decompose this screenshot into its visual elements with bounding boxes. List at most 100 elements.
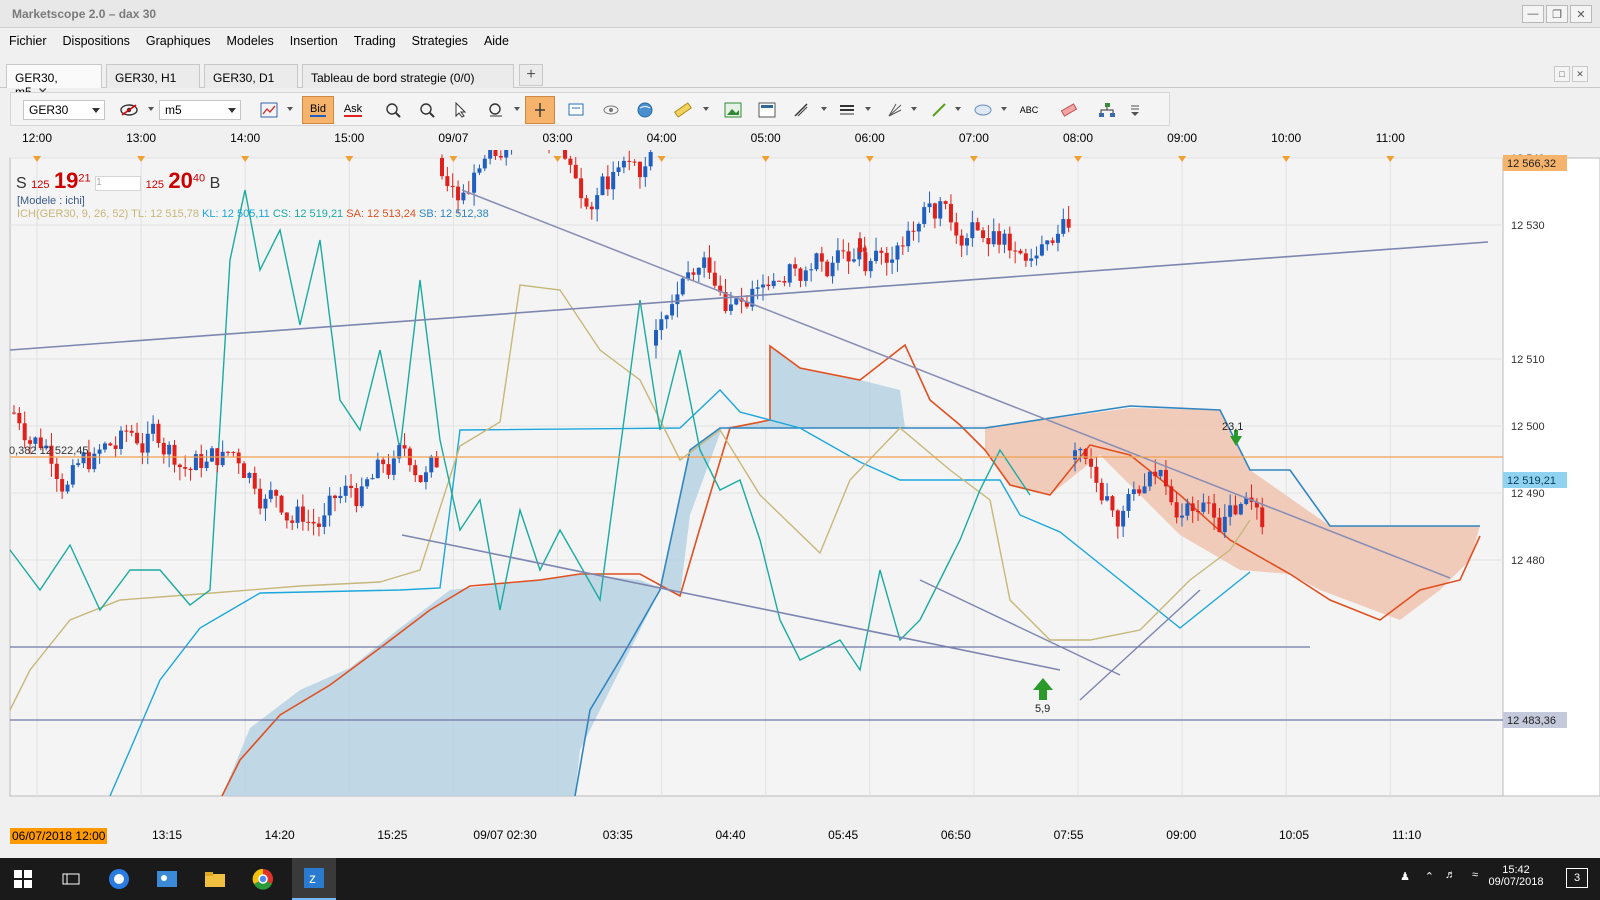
zoom-in-icon[interactable] <box>379 96 407 124</box>
candle-body <box>1163 469 1168 487</box>
bid-button[interactable]: Bid <box>302 96 334 124</box>
add-tab-button[interactable]: + <box>519 64 543 86</box>
caret-icon[interactable] <box>911 107 917 111</box>
menu-strategies[interactable]: Strategies <box>403 34 475 48</box>
candle-body <box>579 178 584 199</box>
folder-icon[interactable] <box>200 864 230 894</box>
caret-icon[interactable] <box>148 107 154 111</box>
network-icon[interactable]: ≈ <box>1472 869 1478 881</box>
menu-modeles[interactable]: Modeles <box>218 34 281 48</box>
caret-icon[interactable] <box>287 107 293 111</box>
app-blue-icon[interactable] <box>104 864 134 894</box>
crosshair-icon[interactable] <box>525 96 555 124</box>
minimize-button[interactable]: — <box>1522 5 1544 23</box>
candle-body <box>1212 503 1217 518</box>
quote-panel[interactable]: S 125 1921 1 125 2040 B <box>16 168 220 194</box>
sync-icon[interactable] <box>597 96 625 124</box>
chart-tab-bar: GER30, m5✕ GER30, H1 GER30, D1 Tableau d… <box>0 60 1600 99</box>
chevron-up-icon[interactable]: ⌃ <box>1425 870 1434 883</box>
candle-body <box>670 304 675 316</box>
chart-restore-icon[interactable]: □ <box>1554 66 1570 82</box>
candle-body <box>573 164 578 179</box>
people-icon[interactable]: ♟ <box>1400 870 1410 883</box>
zoom-out-icon[interactable] <box>413 96 441 124</box>
menu-trading[interactable]: Trading <box>345 34 403 48</box>
caret-icon[interactable] <box>1001 107 1007 111</box>
buy-price[interactable]: 20 <box>168 168 192 193</box>
candle-body <box>236 452 241 464</box>
top-time-label: 09:00 <box>1167 131 1198 145</box>
hierarchy-icon[interactable] <box>1093 96 1121 124</box>
bottom-time-label: 07:55 <box>1053 828 1084 842</box>
ruler-icon[interactable] <box>669 96 697 124</box>
candle-body <box>338 495 343 499</box>
trendline-icon[interactable] <box>925 96 953 124</box>
sell-price[interactable]: 19 <box>54 168 78 193</box>
caret-icon[interactable] <box>865 107 871 111</box>
candle-body <box>605 176 610 190</box>
candle-body <box>33 437 38 444</box>
caret-icon[interactable] <box>514 107 520 111</box>
close-button[interactable]: ✕ <box>1570 5 1592 23</box>
candle-body <box>868 261 873 272</box>
caret-icon[interactable] <box>821 107 827 111</box>
volume-icon[interactable]: ♬ <box>1445 869 1456 881</box>
more-icon[interactable] <box>1125 96 1145 124</box>
zoom-select-icon[interactable] <box>481 96 509 124</box>
tab-ger30-h1[interactable]: GER30, H1 <box>106 64 200 88</box>
candle-body <box>568 158 573 165</box>
text-icon[interactable]: ABC <box>1015 96 1043 124</box>
caret-icon[interactable] <box>955 107 961 111</box>
price-chart[interactable]: 12 56012 55012 54012 53012 51012 50012 4… <box>0 19 1600 820</box>
candle-body <box>1180 515 1184 518</box>
chart-area[interactable]: 12 56012 55012 54012 53012 51012 50012 4… <box>0 19 1600 820</box>
tab-ger30-d1[interactable]: GER30, D1 <box>204 64 298 88</box>
candle-body <box>1018 250 1023 254</box>
candle-body <box>247 472 252 478</box>
tab-ger30-m5[interactable]: GER30, m5✕ <box>6 64 102 99</box>
menu-dispositions[interactable]: Dispositions <box>54 34 137 48</box>
data-window-icon[interactable] <box>563 96 591 124</box>
clock-time[interactable]: 15:42 <box>1484 864 1548 876</box>
chart-close-icon[interactable]: ✕ <box>1572 66 1588 82</box>
amount-input[interactable]: 1 <box>95 176 142 192</box>
menu-aide[interactable]: Aide <box>475 34 516 48</box>
caret-icon[interactable] <box>703 107 709 111</box>
fan-icon[interactable] <box>881 96 909 124</box>
template-icon[interactable] <box>753 96 781 124</box>
tab-strategy-dashboard[interactable]: Tableau de bord strategie (0/0) <box>302 64 514 88</box>
clock-date[interactable]: 09/07/2018 <box>1484 876 1548 888</box>
bottom-time-label: 09:00 <box>1166 828 1197 842</box>
marketscope-task-icon[interactable]: z <box>292 858 336 900</box>
candle-body <box>664 315 669 320</box>
image-icon[interactable] <box>719 96 747 124</box>
candle-body <box>365 479 370 487</box>
ask-button[interactable]: Ask <box>337 96 369 124</box>
symbol-select[interactable]: GER30 <box>23 100 105 120</box>
restore-button[interactable]: ❐ <box>1546 5 1568 23</box>
timeframe-select[interactable]: m5 <box>159 100 241 120</box>
candle-body <box>461 192 466 201</box>
eraser-icon[interactable] <box>1055 96 1083 124</box>
menu-fichier[interactable]: Fichier <box>0 34 54 48</box>
candle-body <box>135 432 140 444</box>
candle-body <box>916 223 921 232</box>
candle-body <box>472 172 477 193</box>
candle-body <box>954 222 959 236</box>
ellipse-icon[interactable] <box>969 96 997 124</box>
tools-icon[interactable] <box>787 96 815 124</box>
candle-body <box>1089 458 1094 467</box>
candle-body <box>965 238 969 246</box>
globe-icon[interactable] <box>631 96 659 124</box>
contacts-icon[interactable] <box>152 864 182 894</box>
cursor-icon[interactable] <box>447 96 475 124</box>
task-view-icon[interactable] <box>56 864 86 894</box>
windows-start-icon[interactable] <box>8 864 38 894</box>
chart-type-icon[interactable] <box>255 96 283 124</box>
line-style-icon[interactable] <box>833 96 861 124</box>
menu-insertion[interactable]: Insertion <box>281 34 345 48</box>
hide-indicator-icon[interactable] <box>115 96 143 124</box>
menu-graphiques[interactable]: Graphiques <box>137 34 218 48</box>
chrome-icon[interactable] <box>248 864 278 894</box>
notifications-icon[interactable]: 3 <box>1566 868 1588 888</box>
